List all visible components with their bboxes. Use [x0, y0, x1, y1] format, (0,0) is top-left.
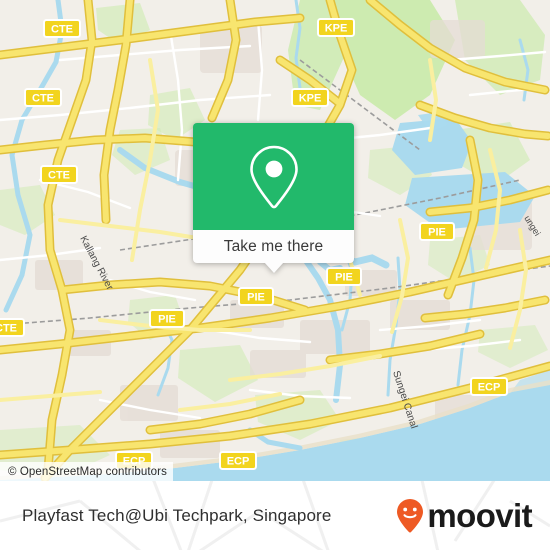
popup-icon-panel — [193, 123, 354, 230]
svg-text:CTE: CTE — [32, 93, 54, 105]
moovit-logo[interactable]: moovit — [395, 497, 533, 534]
svg-text:PIE: PIE — [158, 314, 176, 326]
svg-text:CTE: CTE — [0, 323, 17, 335]
osm-attribution[interactable]: © OpenStreetMap contributors — [0, 462, 173, 481]
svg-text:PIE: PIE — [428, 227, 446, 239]
moovit-smiley-pin-icon — [397, 498, 424, 532]
svg-text:ECP: ECP — [227, 456, 250, 468]
take-me-there-popup[interactable]: Take me there — [193, 123, 354, 273]
footer-bar: Playfast Tech@Ubi Techpark, Singapore mo… — [0, 481, 550, 550]
osm-attribution-text: © OpenStreetMap contributors — [8, 465, 167, 478]
map-pin-icon — [249, 145, 298, 208]
svg-text:CTE: CTE — [48, 170, 70, 182]
location-title: Playfast Tech@Ubi Techpark, Singapore — [22, 505, 332, 525]
svg-text:KPE: KPE — [299, 93, 322, 105]
svg-text:CTE: CTE — [51, 24, 73, 36]
popup-pointer-tail — [263, 262, 284, 273]
svg-text:KPE: KPE — [325, 23, 348, 35]
moovit-location-card: CTE CTE CTE CTE KPE KPE PIE PIE — [0, 0, 550, 550]
svg-text:PIE: PIE — [335, 272, 353, 284]
take-me-there-label: Take me there — [223, 237, 324, 255]
popup-action-panel[interactable]: Take me there — [193, 230, 354, 273]
svg-text:PIE: PIE — [247, 292, 265, 304]
moovit-wordmark: moovit — [427, 497, 532, 534]
svg-text:ECP: ECP — [478, 382, 501, 394]
